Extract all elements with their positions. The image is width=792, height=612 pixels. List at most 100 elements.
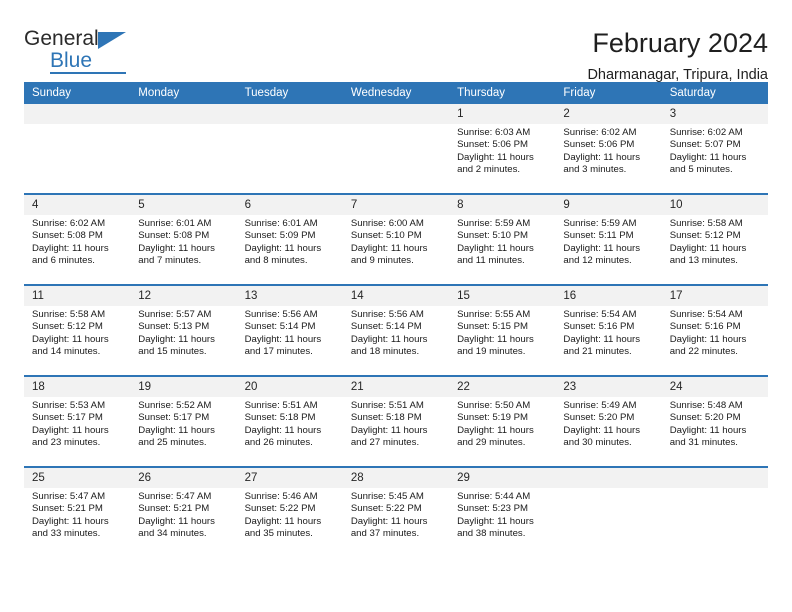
general-blue-logo: General Blue — [24, 28, 144, 74]
daylight-text: Daylight: 11 hours and 31 minutes. — [669, 424, 747, 449]
daylight-text: Daylight: 11 hours and 29 minutes. — [457, 424, 534, 449]
calendar-day-cell[interactable]: 27 Sunrise: 5:46 AM Sunset: 5:22 PM Dayligh… — [236, 466, 343, 557]
daylight-text: Daylight: 11 hours and 26 minutes. — [244, 424, 322, 449]
sun-info: Sunrise: 5:46 AM Sunset: 5:22 PM Daylight:… — [237, 488, 343, 541]
sunrise-text: Sunrise: 5:54 AM — [669, 309, 743, 320]
calendar-day-cell[interactable]: 8 Sunrise: 5:59 AM Sunset: 5:10 PM Daylight… — [449, 193, 556, 285]
sun-info: Sunrise: 5:51 AM Sunset: 5:18 PM Daylight:… — [343, 397, 449, 450]
calendar-day-cell[interactable]: 9 Sunrise: 5:59 AM Sunset: 5:11 PM Daylight… — [555, 193, 662, 285]
day-number: 26 — [130, 468, 237, 488]
day-number — [661, 468, 768, 488]
calendar-day-cell[interactable]: 25 Sunrise: 5:47 AM Sunset: 5:21 PM Dayligh… — [24, 466, 131, 557]
sun-info: Sunrise: 5:57 AM Sunset: 5:13 PM Daylight:… — [130, 306, 236, 359]
calendar-day-cell[interactable]: 2 Sunrise: 6:02 AM Sunset: 5:06 PM Daylight… — [555, 104, 662, 194]
daylight-text: Daylight: 11 hours and 6 minutes. — [32, 242, 109, 267]
day-number: 11 — [24, 286, 131, 306]
daylight-text: Daylight: 11 hours and 35 minutes. — [244, 515, 322, 540]
sunrise-text: Sunrise: 6:00 AM — [350, 218, 424, 229]
sunrise-text: Sunrise: 5:47 AM — [138, 491, 212, 502]
day-number: 23 — [555, 377, 662, 397]
daylight-text: Daylight: 11 hours and 27 minutes. — [350, 424, 428, 449]
sun-info: Sunrise: 5:51 AM Sunset: 5:18 PM Daylight:… — [237, 397, 343, 450]
daylight-text: Daylight: 11 hours and 25 minutes. — [138, 424, 215, 449]
sunset-text: Sunset: 5:14 PM — [244, 321, 316, 333]
sun-info: Sunrise: 5:58 AM Sunset: 5:12 PM Daylight:… — [662, 215, 768, 268]
calendar-day-cell[interactable]: 14 Sunrise: 5:56 AM Sunset: 5:14 PM Dayligh… — [342, 284, 450, 376]
calendar-day-cell[interactable]: 11 Sunrise: 5:58 AM Sunset: 5:12 PM Dayligh… — [24, 284, 131, 376]
calendar-day-cell[interactable]: 16 Sunrise: 5:54 AM Sunset: 5:16 PM Dayligh… — [555, 284, 662, 376]
sunset-text: Sunset: 5:18 PM — [244, 412, 316, 424]
day-number: 25 — [24, 468, 131, 488]
sunset-text: Sunset: 5:06 PM — [563, 139, 635, 151]
calendar-day-cell[interactable]: 26 Sunrise: 5:47 AM Sunset: 5:21 PM Dayligh… — [130, 466, 237, 557]
logo-triangle-icon — [98, 32, 126, 49]
sunrise-text: Sunrise: 6:02 AM — [563, 127, 637, 138]
day-number — [342, 104, 450, 124]
calendar-day-cell[interactable]: 3 Sunrise: 6:02 AM Sunset: 5:07 PM Daylight… — [661, 104, 768, 194]
sunrise-text: Sunrise: 5:44 AM — [457, 491, 531, 502]
calendar-day-cell[interactable]: 12 Sunrise: 5:57 AM Sunset: 5:13 PM Dayligh… — [130, 284, 237, 376]
calendar-day-cell[interactable]: 23 Sunrise: 5:49 AM Sunset: 5:20 PM Dayligh… — [555, 375, 662, 467]
page-title: February 2024 — [592, 28, 768, 58]
page-header: General Blue February 2024 Dharmanagar, … — [24, 0, 768, 83]
weekday-header-thursday: Thursday — [449, 82, 556, 104]
sunset-text: Sunset: 5:22 PM — [244, 503, 316, 515]
daylight-text: Daylight: 11 hours and 12 minutes. — [563, 242, 641, 267]
calendar-day-cell[interactable]: 29 Sunrise: 5:44 AM Sunset: 5:23 PM Dayligh… — [449, 466, 556, 557]
sunrise-text: Sunrise: 5:46 AM — [244, 491, 318, 502]
sunrise-text: Sunrise: 6:03 AM — [457, 127, 531, 138]
sunrise-text: Sunrise: 5:54 AM — [563, 309, 637, 320]
calendar-day-cell[interactable]: 22 Sunrise: 5:50 AM Sunset: 5:19 PM Dayligh… — [449, 375, 556, 467]
day-number: 15 — [449, 286, 556, 306]
calendar-week-row: 4 Sunrise: 6:02 AM Sunset: 5:08 PM Daylight… — [24, 193, 768, 285]
sunset-text: Sunset: 5:08 PM — [138, 230, 210, 242]
day-number: 27 — [236, 468, 343, 488]
calendar-day-cell[interactable]: 1 Sunrise: 6:03 AM Sunset: 5:06 PM Daylight… — [449, 104, 556, 194]
calendar-day-cell[interactable]: 13 Sunrise: 5:56 AM Sunset: 5:14 PM Dayligh… — [236, 284, 343, 376]
sunset-text: Sunset: 5:17 PM — [138, 412, 210, 424]
daylight-text: Daylight: 11 hours and 17 minutes. — [244, 333, 322, 358]
calendar-day-cell-empty — [342, 104, 450, 194]
day-number: 10 — [661, 195, 768, 215]
day-number: 13 — [236, 286, 343, 306]
sunset-text: Sunset: 5:21 PM — [138, 503, 210, 515]
sunrise-text: Sunrise: 5:51 AM — [350, 400, 424, 411]
calendar-day-cell[interactable]: 20 Sunrise: 5:51 AM Sunset: 5:18 PM Dayligh… — [236, 375, 343, 467]
sun-info: Sunrise: 5:47 AM Sunset: 5:21 PM Daylight:… — [24, 488, 130, 541]
calendar-day-cell[interactable]: 10 Sunrise: 5:58 AM Sunset: 5:12 PM Dayligh… — [661, 193, 768, 285]
daylight-text: Daylight: 11 hours and 23 minutes. — [32, 424, 109, 449]
weekday-header-wednesday: Wednesday — [342, 82, 450, 104]
sun-info: Sunrise: 6:02 AM Sunset: 5:07 PM Daylight:… — [662, 124, 768, 177]
sun-info: Sunrise: 5:52 AM Sunset: 5:17 PM Daylight:… — [130, 397, 236, 450]
day-number: 8 — [449, 195, 556, 215]
calendar-day-cell[interactable]: 17 Sunrise: 5:54 AM Sunset: 5:16 PM Dayligh… — [661, 284, 768, 376]
title-block: February 2024 Dharmanagar, Tripura, Indi… — [587, 28, 768, 86]
calendar-week-row: 18 Sunrise: 5:53 AM Sunset: 5:17 PM Dayligh… — [24, 375, 768, 467]
calendar-day-cell[interactable]: 24 Sunrise: 5:48 AM Sunset: 5:20 PM Dayligh… — [661, 375, 768, 467]
day-number — [24, 104, 131, 124]
calendar-day-cell[interactable]: 4 Sunrise: 6:02 AM Sunset: 5:08 PM Daylight… — [24, 193, 131, 285]
daylight-text: Daylight: 11 hours and 34 minutes. — [138, 515, 215, 540]
calendar-day-cell[interactable]: 7 Sunrise: 6:00 AM Sunset: 5:10 PM Daylight… — [342, 193, 450, 285]
day-number: 5 — [130, 195, 237, 215]
calendar-day-cell[interactable]: 21 Sunrise: 5:51 AM Sunset: 5:18 PM Dayligh… — [342, 375, 450, 467]
daylight-text: Daylight: 11 hours and 18 minutes. — [350, 333, 428, 358]
calendar-day-cell[interactable]: 18 Sunrise: 5:53 AM Sunset: 5:17 PM Dayligh… — [24, 375, 131, 467]
sunset-text: Sunset: 5:23 PM — [457, 503, 529, 515]
day-number: 2 — [555, 104, 662, 124]
sunset-text: Sunset: 5:08 PM — [32, 230, 103, 242]
sunrise-text: Sunrise: 5:49 AM — [563, 400, 637, 411]
calendar-day-cell[interactable]: 6 Sunrise: 6:01 AM Sunset: 5:09 PM Daylight… — [236, 193, 343, 285]
sunset-text: Sunset: 5:09 PM — [244, 230, 316, 242]
calendar-day-cell[interactable]: 15 Sunrise: 5:55 AM Sunset: 5:15 PM Dayligh… — [449, 284, 556, 376]
calendar-day-cell[interactable]: 19 Sunrise: 5:52 AM Sunset: 5:17 PM Dayligh… — [130, 375, 237, 467]
day-number: 14 — [342, 286, 450, 306]
day-number: 21 — [342, 377, 450, 397]
daylight-text: Daylight: 11 hours and 14 minutes. — [32, 333, 109, 358]
daylight-text: Daylight: 11 hours and 5 minutes. — [669, 151, 747, 176]
sunset-text: Sunset: 5:07 PM — [669, 139, 741, 151]
daylight-text: Daylight: 11 hours and 15 minutes. — [138, 333, 215, 358]
calendar-day-cell[interactable]: 28 Sunrise: 5:45 AM Sunset: 5:22 PM Dayligh… — [342, 466, 450, 557]
sunset-text: Sunset: 5:18 PM — [350, 412, 422, 424]
calendar-day-cell[interactable]: 5 Sunrise: 6:01 AM Sunset: 5:08 PM Daylight… — [130, 193, 237, 285]
